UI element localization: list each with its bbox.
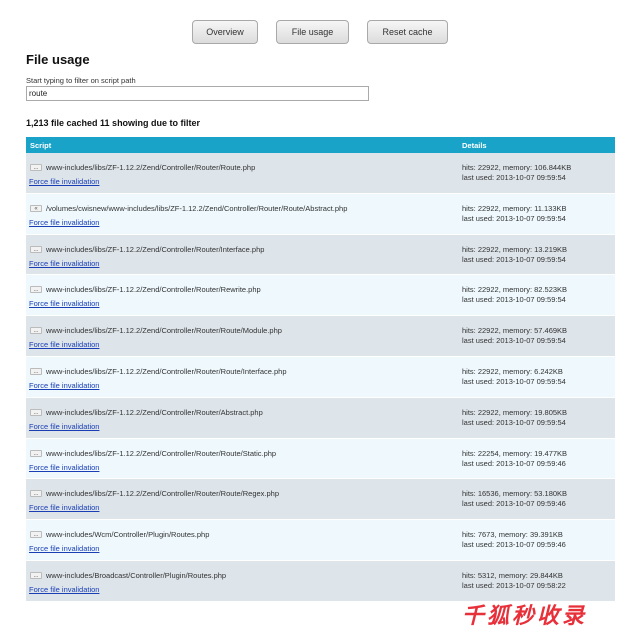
hits-memory: hits: 7673, memory: 39.391KB	[462, 530, 563, 540]
table-row: ... www-includes/Wcm/Controller/Plugin/Ro…	[26, 520, 615, 561]
force-invalidation-link[interactable]: Force file invalidation	[29, 340, 99, 349]
force-invalidation-link[interactable]: Force file invalidation	[29, 463, 99, 472]
file-usage-table: Script Details ... www-includes/libs/ZF-1…	[26, 137, 615, 602]
table-row: ... www-includes/libs/ZF-1.12.2/Zend/Cont…	[26, 479, 615, 521]
table-row: ... www-includes/libs/ZF-1.12.2/Zend/Cont…	[26, 397, 615, 439]
script-path: www-includes/libs/ZF-1.12.2/Zend/Control…	[46, 285, 261, 295]
hits-memory: hits: 22922, memory: 57.469KB	[462, 326, 568, 336]
force-invalidation-link[interactable]: Force file invalidation	[29, 299, 99, 308]
table-row: « /volumes/cwisnew/www-includes/libs/ZF-1…	[26, 193, 615, 235]
table-body: ... www-includes/libs/ZF-1.12.2/Zend/Cont…	[26, 153, 615, 602]
overview-button[interactable]: Overview	[192, 20, 258, 44]
top-toolbar: Overview File usage Reset cache	[0, 20, 640, 46]
force-invalidation-link[interactable]: Force file invalidation	[29, 503, 99, 512]
force-invalidation-link[interactable]: Force file invalidation	[29, 381, 99, 390]
filter-input[interactable]	[26, 86, 369, 101]
expand-path-button[interactable]: ...	[30, 408, 42, 416]
force-invalidation-link[interactable]: Force file invalidation	[29, 177, 99, 186]
script-path: www-includes/libs/ZF-1.12.2/Zend/Control…	[46, 326, 282, 336]
expand-path-button[interactable]: «	[30, 204, 42, 212]
hits-memory: hits: 22922, memory: 6.242KB	[462, 366, 563, 376]
expand-path-button[interactable]: ...	[30, 490, 42, 498]
last-used: last used: 2013-10-07 09:59:54	[462, 213, 566, 223]
page-title: File usage	[26, 52, 90, 67]
script-path: www-includes/libs/ZF-1.12.2/Zend/Control…	[46, 244, 265, 254]
expand-path-button[interactable]: ...	[30, 327, 42, 335]
expand-path-button[interactable]: ...	[30, 164, 42, 171]
force-invalidation-link[interactable]: Force file invalidation	[29, 218, 99, 227]
last-used: last used: 2013-10-07 09:59:54	[462, 173, 566, 182]
script-path: www-includes/libs/ZF-1.12.2/Zend/Control…	[46, 163, 256, 172]
hits-memory: hits: 22922, memory: 11.133KB	[462, 203, 567, 213]
filter-hint: Start typing to filter on script path	[26, 76, 136, 85]
force-invalidation-link[interactable]: Force file invalidation	[29, 544, 99, 553]
script-path: www-includes/libs/ZF-1.12.2/Zend/Control…	[46, 489, 280, 499]
expand-path-button[interactable]: ...	[30, 245, 42, 253]
expand-path-button[interactable]: ...	[30, 286, 42, 294]
last-used: last used: 2013-10-07 09:58:22	[462, 580, 566, 590]
table-row: ... www-includes/libs/ZF-1.12.2/Zend/Cont…	[26, 234, 615, 276]
table-row: ... www-includes/libs/ZF-1.12.2/Zend/Cont…	[26, 438, 615, 480]
script-path: www-includes/libs/ZF-1.12.2/Zend/Control…	[46, 448, 277, 458]
hits-memory: hits: 22922, memory: 13.219KB	[462, 244, 568, 254]
force-invalidation-link[interactable]: Force file invalidation	[29, 585, 99, 594]
last-used: last used: 2013-10-07 09:59:54	[462, 336, 566, 346]
hits-memory: hits: 5312, memory: 29.844KB	[462, 570, 563, 580]
expand-path-button[interactable]: ...	[30, 531, 42, 539]
table-row: ... www-includes/libs/ZF-1.12.2/Zend/Cont…	[26, 153, 615, 194]
table-row: ... www-includes/libs/ZF-1.12.2/Zend/Cont…	[26, 316, 615, 357]
table-row: ... www-includes/libs/ZF-1.12.2/Zend/Cont…	[26, 356, 615, 398]
last-used: last used: 2013-10-07 09:59:46	[462, 499, 566, 509]
watermark-logo: 千狐秒收录	[462, 603, 588, 628]
force-invalidation-link[interactable]: Force file invalidation	[29, 422, 99, 431]
last-used: last used: 2013-10-07 09:59:46	[462, 540, 566, 550]
last-used: last used: 2013-10-07 09:59:46	[462, 458, 566, 468]
expand-path-button[interactable]: ...	[30, 367, 42, 375]
header-details: Details	[462, 141, 487, 150]
expand-path-button[interactable]: ...	[30, 571, 42, 579]
hits-memory: hits: 22922, memory: 19.805KB	[462, 407, 568, 417]
force-invalidation-link[interactable]: Force file invalidation	[29, 259, 99, 268]
hits-memory: hits: 16536, memory: 53.180KB	[462, 489, 568, 499]
script-path: /volumes/cwisnew/www-includes/libs/ZF-1.…	[46, 203, 348, 213]
expand-path-button[interactable]: ...	[30, 449, 42, 457]
last-used: last used: 2013-10-07 09:59:54	[462, 376, 566, 386]
table-row: ... www-includes/Broadcast/Controller/Plu…	[26, 560, 615, 602]
table-row: ... www-includes/libs/ZF-1.12.2/Zend/Cont…	[26, 275, 615, 317]
last-used: last used: 2013-10-07 09:59:54	[462, 295, 566, 305]
hits-memory: hits: 22922, memory: 106.844KB	[462, 163, 572, 172]
script-path: www-includes/Wcm/Controller/Plugin/Route…	[46, 530, 210, 540]
script-path: www-includes/libs/ZF-1.12.2/Zend/Control…	[46, 407, 263, 417]
header-script: Script	[30, 141, 52, 150]
hits-memory: hits: 22922, memory: 82.523KB	[462, 285, 568, 295]
file-usage-button[interactable]: File usage	[276, 20, 349, 44]
table-header: Script Details	[26, 137, 615, 153]
cache-summary: 1,213 file cached 11 showing due to filt…	[26, 118, 201, 128]
last-used: last used: 2013-10-07 09:59:54	[462, 254, 566, 264]
hits-memory: hits: 22254, memory: 19.477KB	[462, 448, 568, 458]
script-path: www-includes/libs/ZF-1.12.2/Zend/Control…	[46, 366, 287, 376]
script-path: www-includes/Broadcast/Controller/Plugin…	[46, 570, 227, 580]
last-used: last used: 2013-10-07 09:59:54	[462, 417, 566, 427]
reset-cache-button[interactable]: Reset cache	[367, 20, 448, 44]
